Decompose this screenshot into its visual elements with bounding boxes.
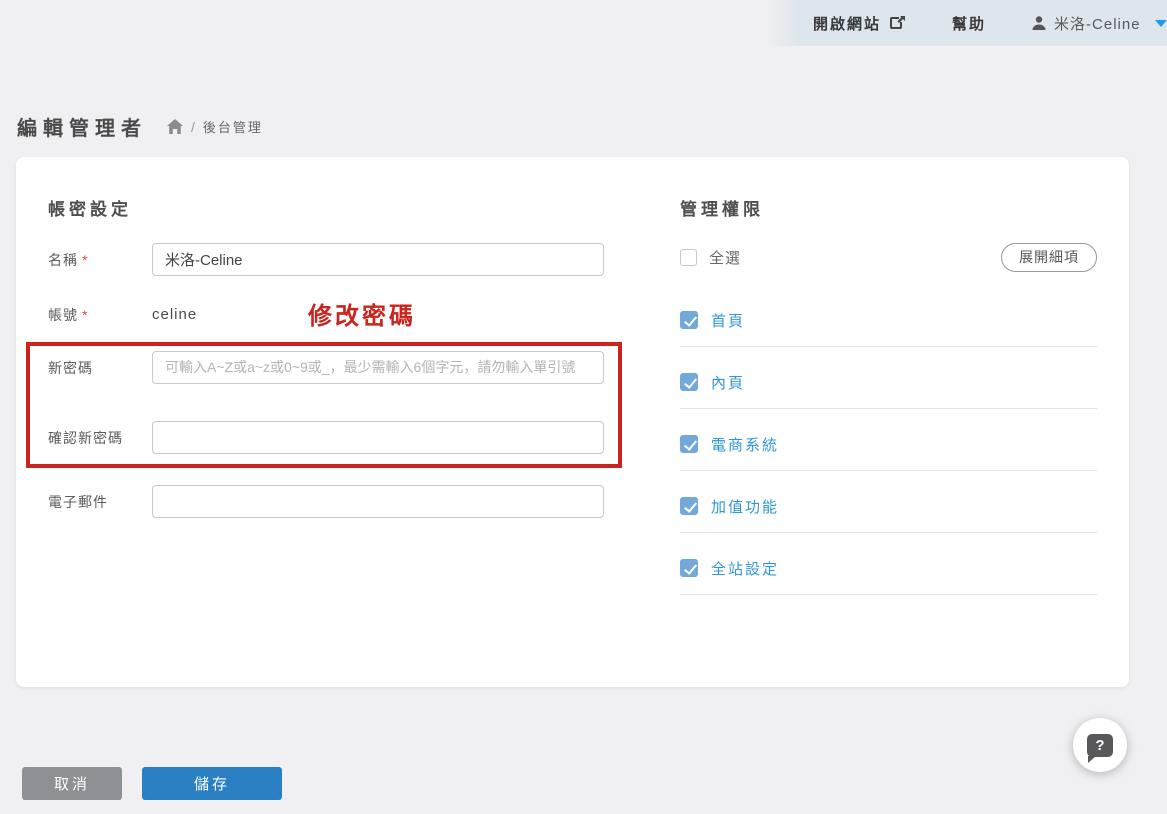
required-mark: * <box>82 307 88 323</box>
expand-details-button[interactable]: 展開細項 <box>1001 243 1097 272</box>
list-item: 首頁 <box>680 308 1097 347</box>
edit-admin-card: 帳密設定 名稱* 帳號* celine 新密碼 確認新密碼 電子郵件 <box>16 157 1129 687</box>
account-label: 帳號* <box>48 305 152 325</box>
permission-label[interactable]: 全站設定 <box>711 558 779 579</box>
user-name: 米洛-Celine <box>1054 13 1141 34</box>
account-field-row: 帳號* celine <box>48 298 664 331</box>
open-website-link[interactable]: 開啟網站 <box>813 13 906 34</box>
chevron-down-icon <box>1155 20 1167 27</box>
name-label: 名稱* <box>48 250 152 270</box>
divider <box>680 346 1097 347</box>
permission-checkbox[interactable] <box>680 311 698 329</box>
account-settings-section: 帳密設定 名稱* 帳號* celine 新密碼 確認新密碼 電子郵件 <box>16 157 664 687</box>
help-chat-button[interactable]: ? <box>1073 718 1127 772</box>
name-field-row: 名稱* <box>48 243 664 276</box>
select-all-row: 全選 展開細項 <box>680 242 1097 272</box>
home-icon[interactable] <box>167 119 183 134</box>
account-section-title: 帳密設定 <box>48 195 664 216</box>
permission-checkbox[interactable] <box>680 373 698 391</box>
email-label: 電子郵件 <box>48 492 152 512</box>
cancel-button[interactable]: 取消 <box>22 767 122 800</box>
permissions-section-title: 管理權限 <box>680 195 1097 216</box>
question-mark-icon: ? <box>1095 737 1104 754</box>
confirm-password-input[interactable] <box>152 421 604 454</box>
external-link-icon <box>890 15 906 31</box>
permission-checkbox[interactable] <box>680 497 698 515</box>
open-website-label: 開啟網站 <box>813 13 881 34</box>
list-item: 全站設定 <box>680 556 1097 595</box>
list-item: 電商系統 <box>680 432 1097 471</box>
form-actions: 取消 儲存 <box>22 767 282 800</box>
divider <box>680 470 1097 471</box>
list-item: 加值功能 <box>680 494 1097 533</box>
permission-checkbox[interactable] <box>680 435 698 453</box>
name-input[interactable] <box>152 243 604 276</box>
divider <box>680 594 1097 595</box>
permission-label[interactable]: 加值功能 <box>711 496 779 517</box>
help-label: 幫助 <box>952 13 986 34</box>
user-icon <box>1030 14 1048 32</box>
select-all-checkbox[interactable] <box>680 249 697 266</box>
required-mark: * <box>82 252 88 268</box>
email-input[interactable] <box>152 485 604 518</box>
top-header: 開啟網站 幫助 米洛-Celine <box>767 0 1167 46</box>
confirm-password-label: 確認新密碼 <box>48 428 152 448</box>
permission-label[interactable]: 電商系統 <box>711 434 779 455</box>
confirm-password-field-row: 確認新密碼 <box>48 421 664 454</box>
account-value: celine <box>152 306 197 323</box>
new-password-field-row: 新密碼 <box>48 351 664 384</box>
save-button[interactable]: 儲存 <box>142 767 282 800</box>
user-menu[interactable]: 米洛-Celine <box>1030 13 1167 34</box>
page-header: 編輯管理者 / 後台管理 <box>17 112 263 141</box>
divider <box>680 408 1097 409</box>
new-password-input[interactable] <box>152 351 604 384</box>
breadcrumb-separator: / <box>191 119 195 135</box>
permissions-section: 管理權限 全選 展開細項 首頁 內頁 電商系統 <box>664 157 1129 687</box>
breadcrumb: / 後台管理 <box>167 117 263 136</box>
divider <box>680 532 1097 533</box>
new-password-label: 新密碼 <box>48 358 152 378</box>
list-item: 內頁 <box>680 370 1097 409</box>
permission-checkbox[interactable] <box>680 559 698 577</box>
select-all-label: 全選 <box>709 247 741 268</box>
page-title: 編輯管理者 <box>17 112 147 141</box>
breadcrumb-current[interactable]: 後台管理 <box>203 117 263 136</box>
help-link[interactable]: 幫助 <box>952 13 986 34</box>
permission-label[interactable]: 內頁 <box>711 372 745 393</box>
email-field-row: 電子郵件 <box>48 485 664 518</box>
chat-bubble-icon: ? <box>1087 734 1113 757</box>
permission-label[interactable]: 首頁 <box>711 310 745 331</box>
